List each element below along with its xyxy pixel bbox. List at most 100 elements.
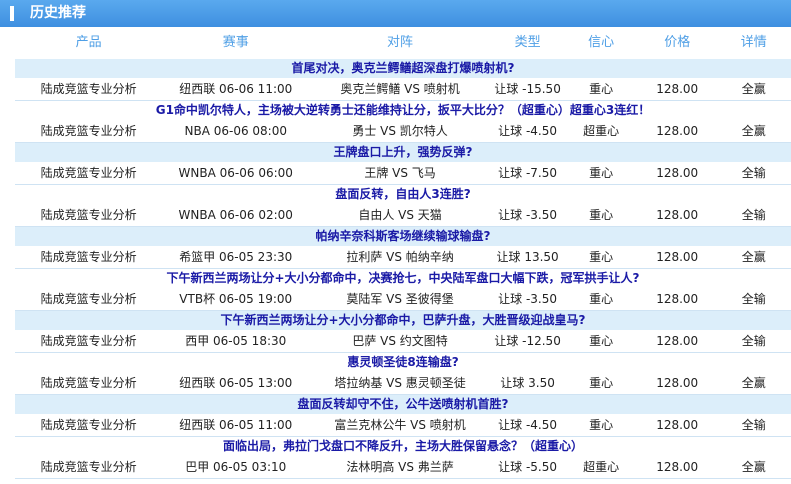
recommendation-title-link[interactable]: 盘面反转，自由人3连胜?: [15, 185, 791, 204]
table-row-details: 陆成竞篮专业分析 巴甲 06-05 03:10 法林明高 VS 弗兰萨 让球 -5.5…: [15, 456, 791, 479]
section-title: 历史推荐: [30, 5, 86, 21]
table-row-details: 陆成竞篮专业分析 纽西联 06-06 11:00 奥克兰鳄鳝 VS 喷射机 让球 -1…: [15, 78, 791, 101]
table-row: 面临出局，弗拉门戈盘口不降反升，主场大胜保留悬念？（超重心） 陆成竞篮专业分析 巴甲…: [15, 437, 791, 479]
price-cell: 128.00: [656, 292, 699, 306]
match-cell: 自由人 VS 天猫: [358, 208, 442, 222]
event-cell: VTB杯 06-05 19:00: [179, 292, 293, 306]
confidence-cell: 重心: [589, 376, 614, 390]
product-cell: 陆成竞篮专业分析: [40, 250, 137, 264]
match-cell: 勇士 VS 凯尔特人: [352, 124, 448, 138]
table-row-details: 陆成竞篮专业分析 WNBA 06-06 02:00 自由人 VS 天猫 让球 -3.5…: [15, 204, 791, 227]
event-cell: NBA 06-06 08:00: [184, 124, 287, 138]
price-cell: 128.00: [656, 166, 699, 180]
table-row: 盘面反转却守不住，公牛送喷射机首胜? 陆成竞篮专业分析 纽西联 06-05 11:0…: [15, 395, 791, 437]
price-cell: 128.00: [656, 376, 699, 390]
table-row-details: 陆成竞篮专业分析 VTB杯 06-05 19:00 莫陆军 VS 圣彼得堡 让球 -3…: [15, 288, 791, 311]
price-cell: 128.00: [656, 124, 699, 138]
product-cell: 陆成竞篮专业分析: [40, 418, 137, 432]
table-row-details: 陆成竞篮专业分析 西甲 06-05 18:30 巴萨 VS 约文图特 让球 -12.5…: [15, 330, 791, 353]
recommendation-title-link[interactable]: 面临出局，弗拉门戈盘口不降反升，主场大胜保留悬念？（超重心）: [15, 437, 791, 456]
confidence-cell: 重心: [589, 208, 614, 222]
price-cell: 128.00: [656, 418, 699, 432]
result-cell[interactable]: 全输: [716, 204, 791, 226]
confidence-cell: 重心: [589, 292, 614, 306]
type-cell: 让球 -5.50: [498, 460, 558, 474]
event-cell: 纽西联 06-05 11:00: [179, 418, 293, 432]
table-row: 帕纳辛奈科斯客场继续输球输盘? 陆成竞篮专业分析 希篮甲 06-05 23:30 拉利…: [15, 227, 791, 269]
confidence-cell: 重心: [589, 250, 614, 264]
type-cell: 让球 -12.50: [494, 334, 561, 348]
recommendation-title-link[interactable]: 惠灵顿圣徒8连输盘?: [15, 353, 791, 372]
recommendation-title-link[interactable]: 下午新西兰两场让分+大小分都命中，决赛抢七，中央陆军盘口大幅下跌，冠军拱手让人?: [15, 269, 791, 288]
result-cell[interactable]: 全赢: [716, 372, 791, 394]
result-cell[interactable]: 全输: [716, 414, 791, 436]
event-cell: WNBA 06-06 02:00: [178, 208, 293, 222]
price-cell: 128.00: [656, 82, 699, 96]
product-cell: 陆成竞篮专业分析: [40, 82, 137, 96]
recommendation-table: 首尾对决，奥克兰鳄鳝超深盘打爆喷射机? 陆成竞篮专业分析 纽西联 06-06 11:…: [15, 59, 791, 479]
result-cell[interactable]: 全赢: [716, 78, 791, 100]
match-cell: 王牌 VS 飞马: [364, 166, 436, 180]
recommendation-title-link[interactable]: 盘面反转却守不住，公牛送喷射机首胜?: [15, 395, 791, 414]
event-cell: WNBA 06-06 06:00: [178, 166, 293, 180]
table-row: 首尾对决，奥克兰鳄鳝超深盘打爆喷射机? 陆成竞篮专业分析 纽西联 06-06 11:…: [15, 59, 791, 101]
table-row-details: 陆成竞篮专业分析 NBA 06-06 08:00 勇士 VS 凯尔特人 让球 -4.5…: [15, 120, 791, 143]
price-cell: 128.00: [656, 334, 699, 348]
type-cell: 让球 -7.50: [498, 166, 558, 180]
recommendation-title-link[interactable]: 首尾对决，奥克兰鳄鳝超深盘打爆喷射机?: [15, 59, 791, 78]
result-cell[interactable]: 全赢: [716, 456, 791, 478]
type-cell: 让球 3.50: [500, 376, 555, 390]
table-row: 盘面反转，自由人3连胜? 陆成竞篮专业分析 WNBA 06-06 02:00 自由人 …: [15, 185, 791, 227]
confidence-cell: 超重心: [583, 124, 620, 138]
event-cell: 希篮甲 06-05 23:30: [179, 250, 293, 264]
result-cell[interactable]: 全赢: [716, 246, 791, 268]
price-cell: 128.00: [656, 250, 699, 264]
event-cell: 纽西联 06-06 11:00: [179, 82, 293, 96]
table-row-details: 陆成竞篮专业分析 纽西联 06-05 13:00 塔拉纳基 VS 惠灵顿圣徒 让球 3…: [15, 372, 791, 395]
table-row-details: 陆成竞篮专业分析 WNBA 06-06 06:00 王牌 VS 飞马 让球 -7.50…: [15, 162, 791, 185]
column-header-match: 对阵: [387, 35, 414, 50]
match-cell: 法林明高 VS 弗兰萨: [346, 460, 454, 474]
product-cell: 陆成竞篮专业分析: [40, 376, 137, 390]
price-cell: 128.00: [656, 460, 699, 474]
confidence-cell: 超重心: [583, 460, 620, 474]
recommendation-title-link[interactable]: 帕纳辛奈科斯客场继续输球输盘?: [15, 227, 791, 246]
result-cell[interactable]: 全输: [716, 288, 791, 310]
product-cell: 陆成竞篮专业分析: [40, 460, 137, 474]
result-cell[interactable]: 全输: [716, 162, 791, 184]
match-cell: 富兰克林公牛 VS 喷射机: [334, 418, 466, 432]
recommendation-title-link[interactable]: 下午新西兰两场让分+大小分都命中，巴萨升盘，大胜晋级迎战皇马?: [15, 311, 791, 330]
product-cell: 陆成竞篮专业分析: [40, 208, 137, 222]
confidence-cell: 重心: [589, 334, 614, 348]
match-cell: 拉利萨 VS 帕纳辛纳: [346, 250, 454, 264]
price-cell: 128.00: [656, 208, 699, 222]
event-cell: 纽西联 06-05 13:00: [179, 376, 293, 390]
table-row: G1命中凯尔特人，主场被大逆转勇士还能维持让分，扳平大比分？（超重心）超重心3连…: [15, 101, 791, 143]
product-cell: 陆成竞篮专业分析: [40, 124, 137, 138]
type-cell: 让球 -4.50: [498, 418, 558, 432]
match-cell: 奥克兰鳄鳝 VS 喷射机: [340, 82, 460, 96]
confidence-cell: 重心: [589, 418, 614, 432]
product-cell: 陆成竞篮专业分析: [40, 292, 137, 306]
column-header-type: 类型: [514, 35, 541, 50]
match-cell: 塔拉纳基 VS 惠灵顿圣徒: [334, 376, 466, 390]
table-row-details: 陆成竞篮专业分析 希篮甲 06-05 23:30 拉利萨 VS 帕纳辛纳 让球 13.…: [15, 246, 791, 269]
confidence-cell: 重心: [589, 166, 614, 180]
result-cell[interactable]: 全输: [716, 330, 791, 352]
section-header: 历史推荐: [0, 0, 791, 27]
type-cell: 让球 -3.50: [498, 292, 558, 306]
match-cell: 莫陆军 VS 圣彼得堡: [346, 292, 454, 306]
table-row: 下午新西兰两场让分+大小分都命中，决赛抢七，中央陆军盘口大幅下跌，冠军拱手让人?…: [15, 269, 791, 311]
recommendation-title-link[interactable]: 王牌盘口上升，强势反弹?: [15, 143, 791, 162]
type-cell: 让球 -15.50: [494, 82, 561, 96]
recommendation-title-link[interactable]: G1命中凯尔特人，主场被大逆转勇士还能维持让分，扳平大比分？（超重心）超重心3连…: [15, 101, 791, 120]
column-header-price: 价格: [664, 35, 691, 50]
table-row-details: 陆成竞篮专业分析 纽西联 06-05 11:00 富兰克林公牛 VS 喷射机 让球 -…: [15, 414, 791, 437]
table-row: 王牌盘口上升，强势反弹? 陆成竞篮专业分析 WNBA 06-06 06:00 王牌 V…: [15, 143, 791, 185]
type-cell: 让球 -3.50: [498, 208, 558, 222]
column-header-product: 产品: [75, 35, 102, 50]
event-cell: 西甲 06-05 18:30: [185, 334, 287, 348]
type-cell: 让球 -4.50: [498, 124, 558, 138]
result-cell[interactable]: 全赢: [716, 120, 791, 142]
column-header-event: 赛事: [222, 35, 249, 50]
